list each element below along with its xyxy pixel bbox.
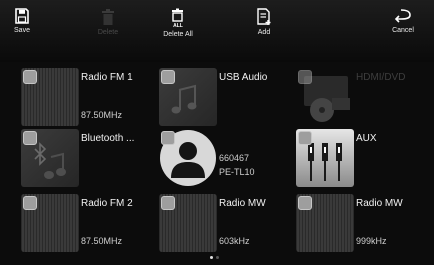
tile-frequency: 87.50MHz	[81, 236, 123, 246]
page-dot-active	[210, 256, 213, 259]
add-label: Add	[257, 29, 271, 36]
save-label: Save	[14, 27, 30, 34]
svg-text:ALL: ALL	[173, 23, 183, 28]
select-checkbox[interactable]	[298, 196, 312, 210]
trash-all-icon: ALL	[172, 8, 183, 28]
tile-title: Radio FM 2	[81, 198, 133, 209]
tile-title: Radio MW	[219, 198, 266, 209]
tile-title: AUX	[356, 133, 377, 144]
trash-icon	[102, 9, 114, 25]
tile-frequency: 999kHz	[356, 236, 387, 246]
select-checkbox[interactable]	[23, 70, 37, 84]
select-checkbox[interactable]	[161, 131, 175, 145]
source-tile-aux[interactable]: AUX	[296, 129, 430, 187]
source-tile-hdmi-dvd[interactable]: HDMI/DVD	[296, 68, 430, 126]
source-tile-radio-mw-999[interactable]: Radio MW 999kHz	[296, 194, 430, 252]
source-tile-radio-mw-603[interactable]: Radio MW 603kHz	[159, 194, 293, 252]
tile-title: Bluetooth ...	[81, 133, 135, 144]
add-document-icon	[257, 8, 271, 25]
tile-frequency: 87.50MHz	[81, 110, 123, 120]
return-arrow-icon	[394, 9, 411, 23]
cancel-label: Cancel	[392, 27, 414, 34]
delete-label: Delete	[97, 29, 119, 36]
select-checkbox[interactable]	[161, 196, 175, 210]
tile-title: Radio FM 1	[81, 72, 133, 83]
save-button[interactable]: Save	[2, 0, 42, 62]
save-icon	[15, 8, 29, 24]
source-tile-radio-fm1[interactable]: Radio FM 1 87.50MHz	[21, 68, 155, 126]
delete-all-label: Delete All	[163, 31, 193, 38]
tile-title: Radio MW	[356, 198, 403, 209]
toolbar: Save Delete ALL Delete All Add Cancel	[0, 0, 434, 62]
source-tile-radio-fm2[interactable]: Radio FM 2 87.50MHz	[21, 194, 155, 252]
select-checkbox[interactable]	[23, 196, 37, 210]
select-checkbox[interactable]	[298, 70, 312, 84]
page-dot	[216, 256, 219, 259]
source-tile-usb-audio[interactable]: USB Audio	[159, 68, 293, 126]
device-id: 660467	[219, 153, 250, 163]
select-checkbox[interactable]	[23, 131, 37, 145]
delete-button[interactable]: Delete	[78, 0, 138, 62]
device-name: PE-TL10	[219, 167, 255, 177]
source-tile-phone-contact[interactable]: 660467 PE-TL10	[159, 129, 293, 187]
select-checkbox[interactable]	[161, 70, 175, 84]
cancel-button[interactable]: Cancel	[378, 0, 428, 62]
delete-all-button[interactable]: ALL Delete All	[148, 0, 208, 62]
tile-title: USB Audio	[219, 72, 268, 83]
tile-title: HDMI/DVD	[356, 72, 406, 83]
select-checkbox[interactable]	[298, 131, 312, 145]
tile-frequency: 603kHz	[219, 236, 250, 246]
source-tile-bluetooth-audio[interactable]: Bluetooth ...	[21, 129, 155, 187]
add-button[interactable]: Add	[234, 0, 294, 62]
